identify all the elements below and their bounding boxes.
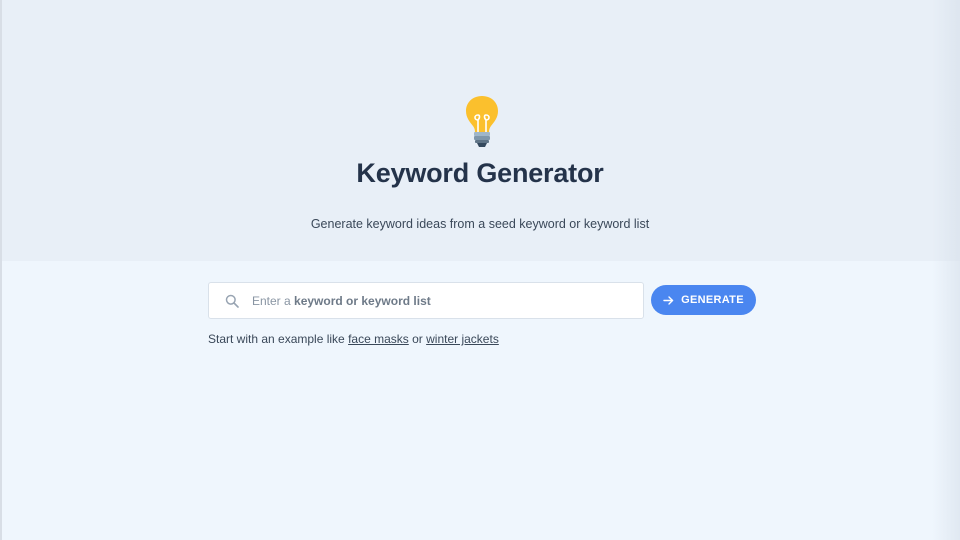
search-input[interactable]: Enter a keyword or keyword list xyxy=(208,282,644,319)
placeholder-prefix: Enter a xyxy=(252,293,295,308)
page-subtitle: Generate keyword ideas from a seed keywo… xyxy=(310,217,650,231)
generate-button[interactable]: GENERATE xyxy=(651,285,756,315)
page-title: Keyword Generator xyxy=(356,158,604,188)
examples-hint: Start with an example like face masks or… xyxy=(208,332,499,346)
examples-prefix: Start with an example like xyxy=(208,332,345,346)
lightbulb-icon xyxy=(464,94,500,150)
generate-button-label: GENERATE xyxy=(681,294,744,306)
placeholder-bold: keyword or keyword list xyxy=(294,293,431,308)
example-link-winter-jackets[interactable]: winter jackets xyxy=(426,332,499,346)
arrow-right-icon xyxy=(663,295,674,306)
search-icon xyxy=(224,293,240,309)
right-edge-shadow xyxy=(932,0,960,540)
example-link-face-masks[interactable]: face masks xyxy=(348,332,409,346)
page: Keyword Generator Generate keyword ideas… xyxy=(0,0,960,540)
examples-joiner: or xyxy=(412,332,423,346)
search-placeholder: Enter a keyword or keyword list xyxy=(252,294,431,308)
